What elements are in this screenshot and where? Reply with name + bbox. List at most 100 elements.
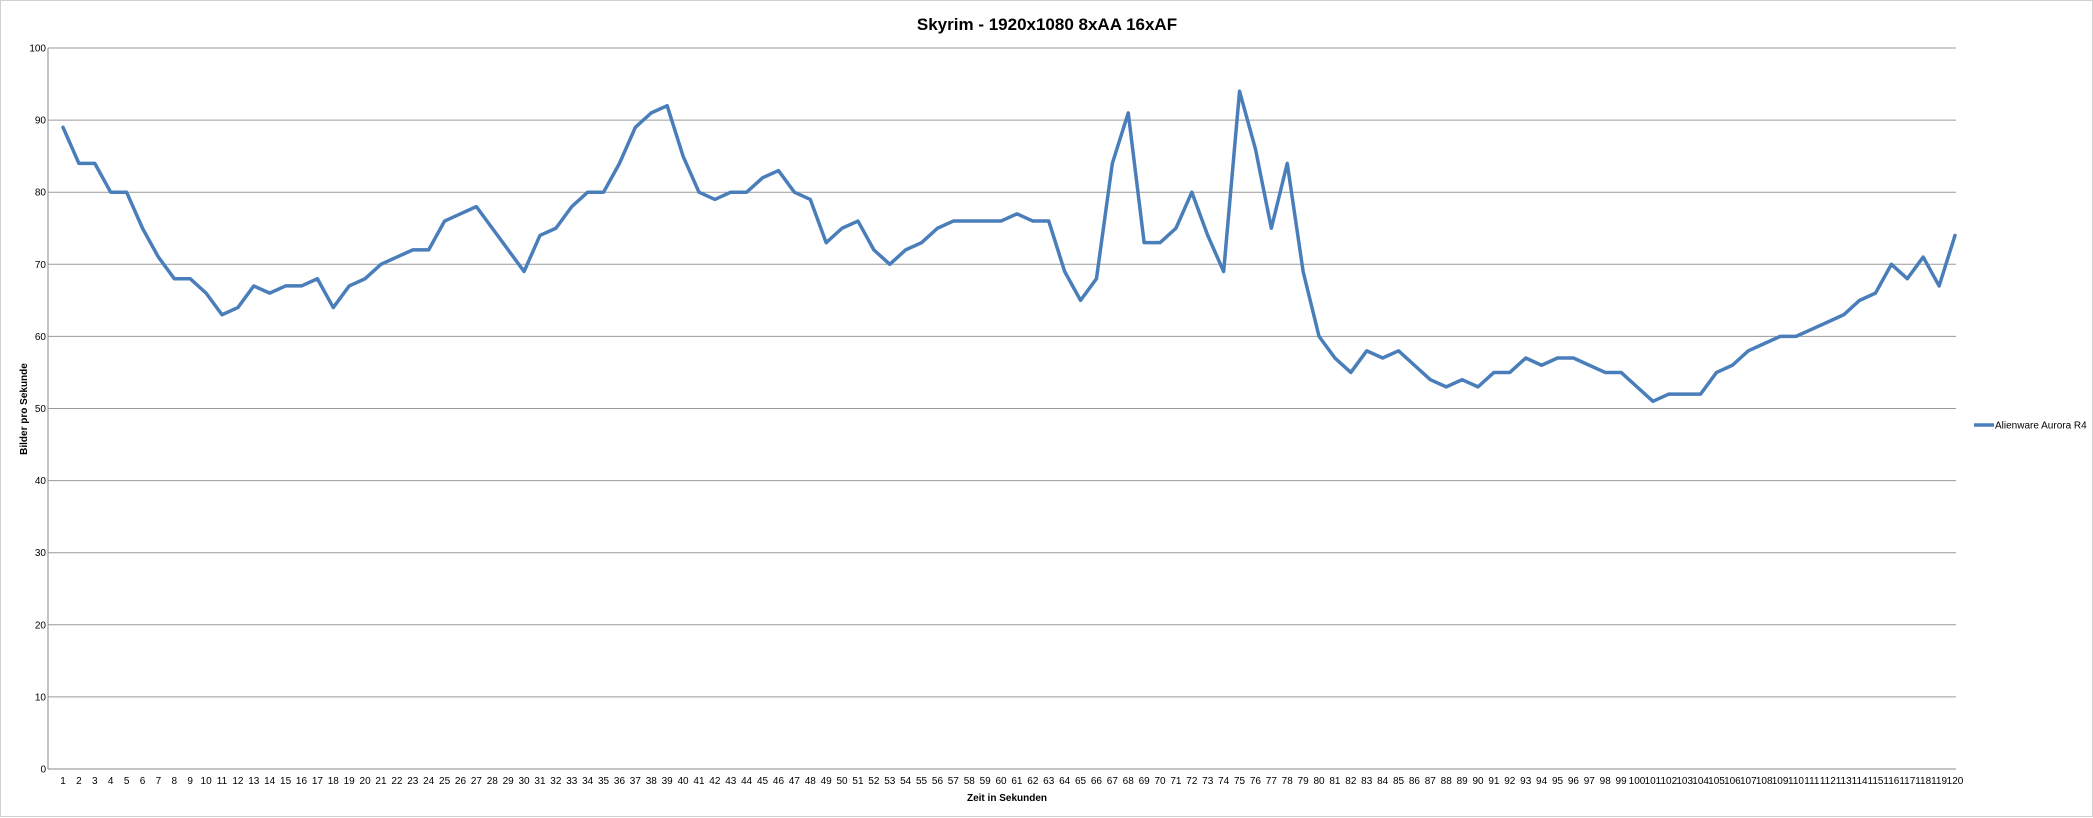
x-tick-label: 60 [995,776,1007,787]
x-tick-label: 19 [344,776,356,787]
x-tick-label: 43 [725,776,737,787]
x-tick-label: 48 [805,776,817,787]
y-tick-label: 80 [35,188,47,199]
x-tick-label: 115 [1868,776,1884,787]
x-tick-label: 12 [232,776,244,787]
legend-label: Alienware Aurora R4 [1995,421,2087,432]
line-chart: Skyrim - 1920x1080 8xAA 16xAF 0 10 20 30 40 5… [19,15,2087,804]
x-tick-label: 86 [1409,776,1421,787]
x-tick-label: 3 [92,776,98,787]
x-tick-label: 37 [630,776,642,787]
y-tick-label: 60 [35,332,47,343]
x-tick-label: 93 [1520,776,1532,787]
legend: Alienware Aurora R4 [1974,421,2087,432]
x-tick-label: 42 [709,776,721,787]
x-tick-label: 118 [1915,776,1931,787]
x-tick-label: 33 [566,776,578,787]
x-tick-label: 52 [868,776,880,787]
x-tick-label: 5 [124,776,130,787]
x-tick-label: 97 [1584,776,1596,787]
x-tick-label: 32 [550,776,562,787]
x-tick-label: 114 [1852,776,1868,787]
x-tick-label: 49 [821,776,833,787]
x-tick-label: 96 [1568,776,1580,787]
x-tick-label: 27 [471,776,483,787]
x-tick-label: 41 [693,776,705,787]
x-tick-label: 35 [598,776,610,787]
x-tick-label: 69 [1139,776,1151,787]
x-tick-label: 64 [1059,776,1071,787]
x-tick-label: 50 [836,776,848,787]
x-tick-label: 28 [487,776,499,787]
x-tick-label: 70 [1154,776,1166,787]
x-tick-label: 103 [1676,776,1693,787]
x-tick-label: 106 [1724,776,1741,787]
y-tick-label: 10 [35,692,47,703]
x-tick-label: 89 [1457,776,1469,787]
x-tick-label: 113 [1836,776,1852,787]
x-axis-title: Zeit in Sekunden [967,793,1047,804]
x-tick-label: 58 [964,776,976,787]
x-tick-label: 108 [1756,776,1773,787]
x-tick-label: 94 [1536,776,1548,787]
x-tick-label: 18 [328,776,340,787]
x-tick-label: 111 [1804,776,1820,787]
y-axis-ticks: 0 10 20 30 40 50 60 70 80 90 100 [29,44,46,776]
x-tick-label: 47 [789,776,801,787]
x-tick-label: 65 [1075,776,1087,787]
x-tick-label: 68 [1123,776,1135,787]
x-tick-label: 107 [1740,776,1757,787]
x-tick-label: 45 [757,776,769,787]
x-tick-label: 36 [614,776,626,787]
x-tick-label: 22 [391,776,403,787]
x-tick-label: 21 [375,776,387,787]
x-tick-label: 91 [1488,776,1500,787]
x-tick-label: 1 [60,776,66,787]
x-tick-label: 80 [1313,776,1325,787]
x-tick-label: 30 [519,776,531,787]
x-tick-label: 112 [1820,776,1836,787]
x-tick-label: 116 [1883,776,1899,787]
x-tick-label: 31 [534,776,546,787]
x-tick-label: 85 [1393,776,1405,787]
x-tick-label: 14 [264,776,276,787]
x-tick-label: 7 [156,776,162,787]
x-tick-label: 8 [172,776,178,787]
x-tick-label: 24 [423,776,435,787]
x-tick-label: 100 [1629,776,1646,787]
y-tick-label: 30 [35,548,47,559]
x-tick-label: 95 [1552,776,1564,787]
x-tick-label: 6 [140,776,146,787]
x-tick-label: 13 [248,776,260,787]
x-tick-label: 16 [296,776,308,787]
x-tick-label: 73 [1202,776,1214,787]
x-tick-label: 57 [948,776,960,787]
x-tick-label: 99 [1616,776,1628,787]
x-axis-ticks: 1 2 3 4 5 6 7 8 9 10 11 12 13 14 15 16 17 18 19 20 21 22 23 24 2… [60,776,1964,787]
x-tick-label: 98 [1600,776,1612,787]
x-tick-label: 62 [1027,776,1039,787]
x-tick-label: 78 [1282,776,1294,787]
x-tick-label: 54 [900,776,912,787]
x-tick-label: 34 [582,776,594,787]
y-tick-label: 0 [40,765,46,776]
y-tick-label: 100 [29,44,46,55]
x-tick-label: 83 [1361,776,1373,787]
series-lines [61,89,1957,404]
x-tick-label: 38 [646,776,658,787]
chart-title: Skyrim - 1920x1080 8xAA 16xAF [917,15,1177,34]
x-tick-label: 87 [1425,776,1437,787]
x-tick-label: 105 [1708,776,1725,787]
x-tick-label: 56 [932,776,944,787]
x-tick-label: 40 [678,776,690,787]
x-tick-label: 25 [439,776,451,787]
x-tick-label: 120 [1947,776,1964,787]
y-tick-label: 20 [35,620,47,631]
y-tick-label: 40 [35,476,47,487]
x-tick-label: 101 [1645,776,1662,787]
x-tick-label: 4 [108,776,114,787]
x-tick-label: 84 [1377,776,1389,787]
x-tick-label: 39 [662,776,674,787]
y-tick-label: 70 [35,260,47,271]
x-tick-label: 92 [1504,776,1516,787]
